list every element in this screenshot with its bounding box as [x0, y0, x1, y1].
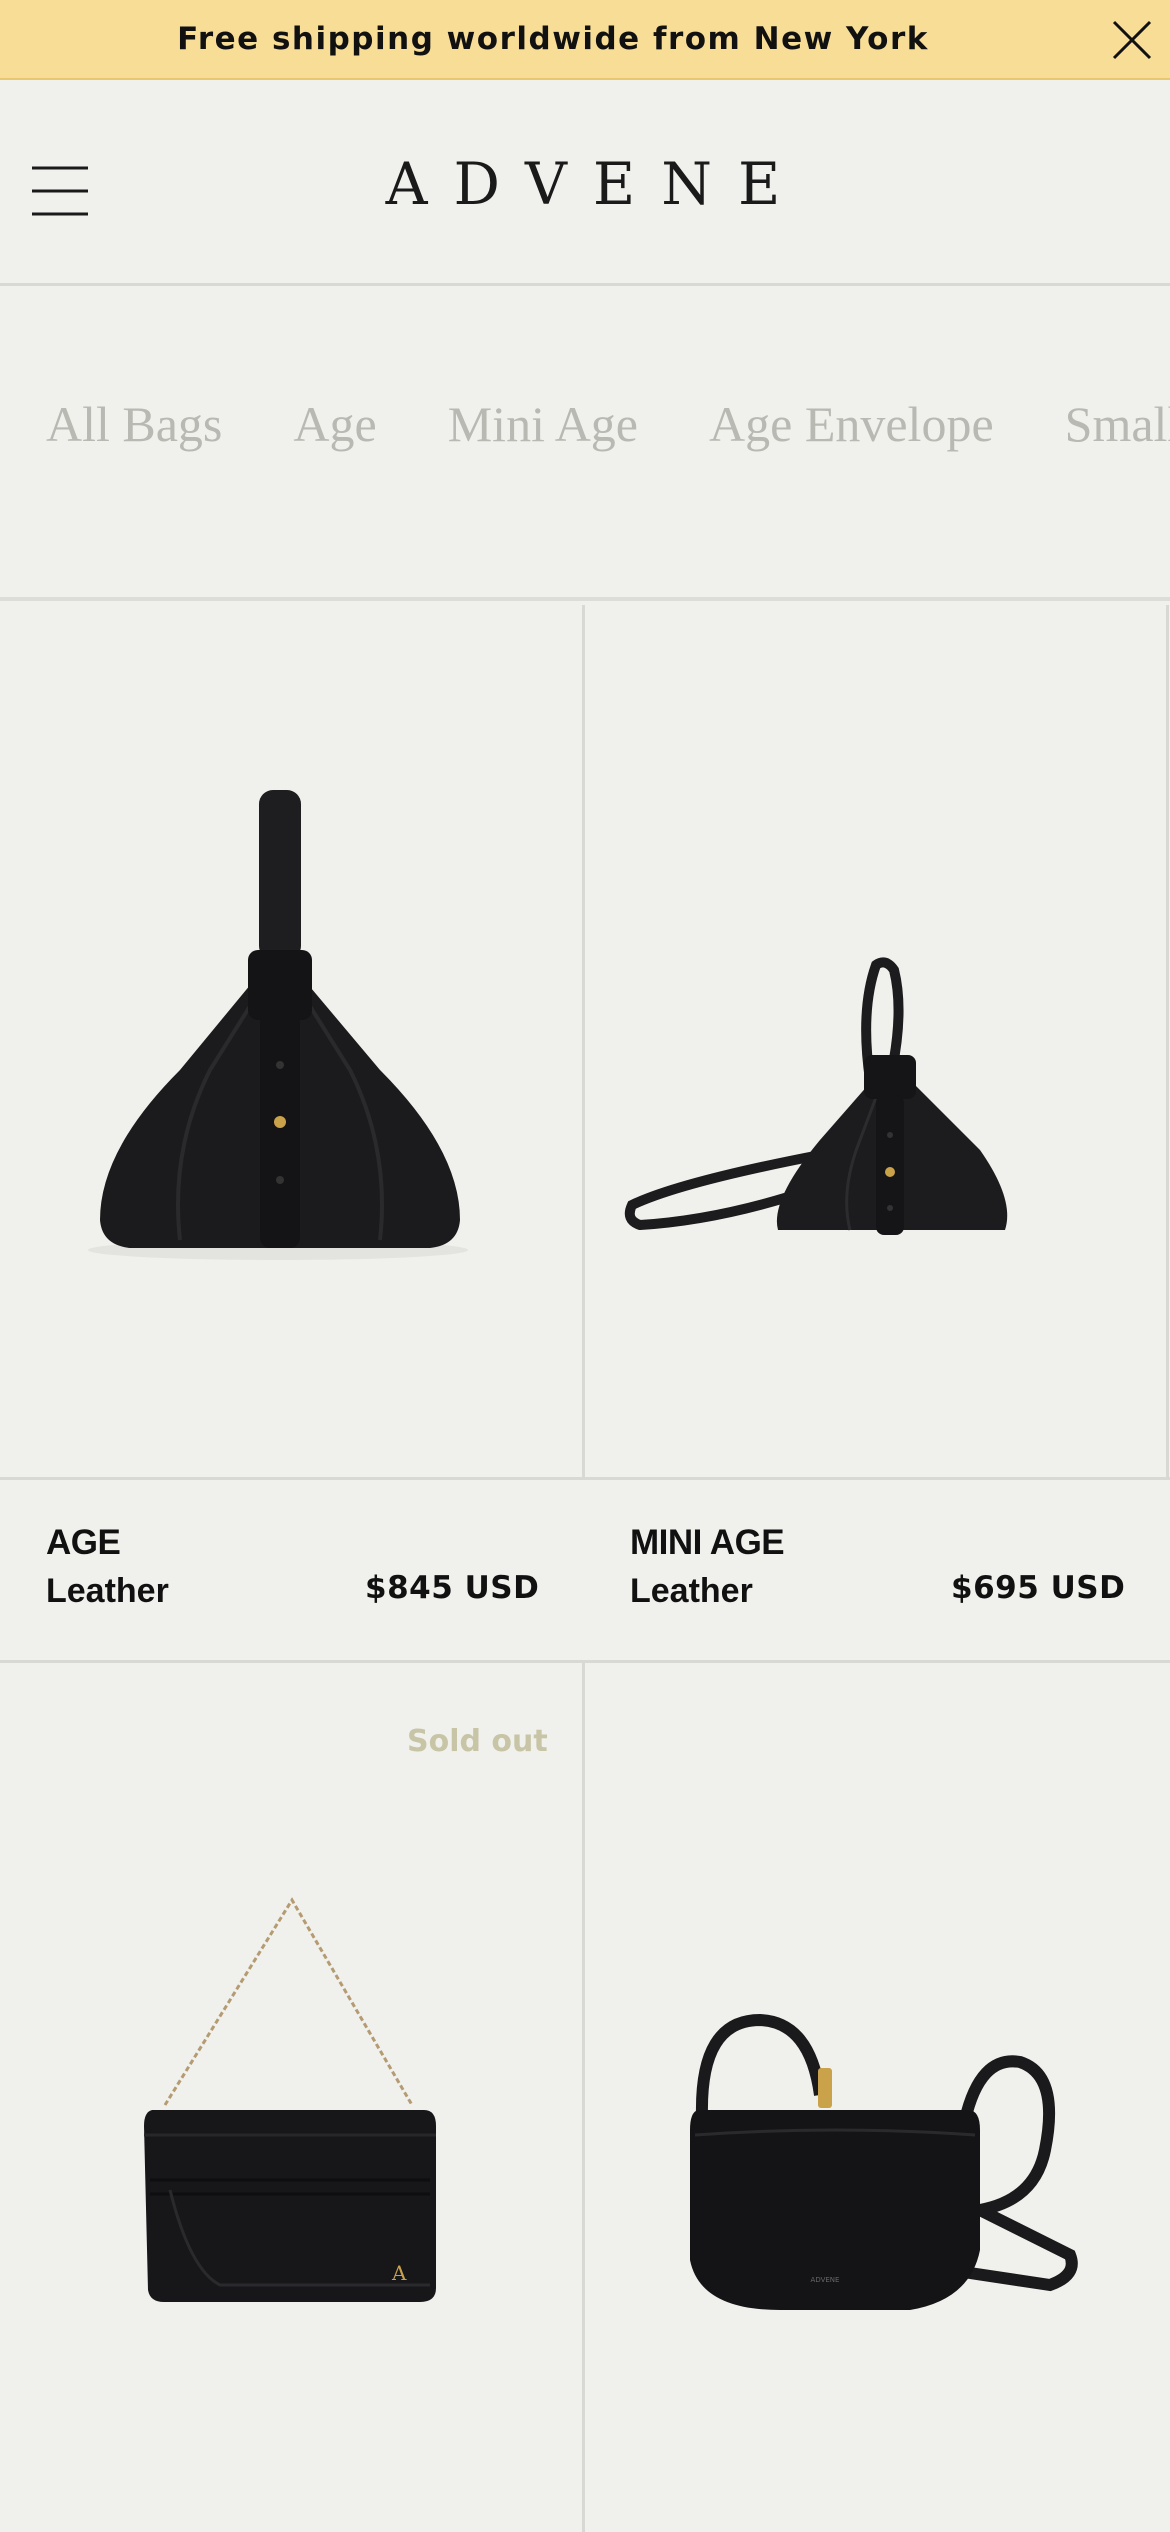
svg-text:ADVENE: ADVENE — [811, 2276, 840, 2284]
product-material: Leather — [630, 1572, 753, 1610]
close-icon[interactable] — [1110, 18, 1154, 62]
grid-divider — [1166, 605, 1169, 1478]
category-nav: All Bags Age Mini Age Age Envelope Small — [0, 289, 1170, 601]
svg-text:A: A — [391, 2261, 407, 2285]
category-age-envelope[interactable]: Age Envelope — [709, 395, 994, 453]
product-image-mini-age-bag[interactable] — [620, 950, 1020, 1260]
announcement-text: Free shipping worldwide from New York — [177, 21, 929, 57]
category-age[interactable]: Age — [293, 395, 376, 453]
brand-logo[interactable]: ADVENE — [0, 82, 1170, 286]
product-price: $695 USD — [951, 1570, 1126, 1606]
grid-divider — [0, 1477, 1170, 1480]
grid-divider — [582, 1663, 585, 2532]
product-material: Leather — [46, 1572, 169, 1610]
product-image-crossbody-bag[interactable]: ADVENE — [650, 2000, 1080, 2330]
category-small[interactable]: Small — [1065, 395, 1170, 453]
grid-divider — [582, 605, 585, 1478]
announcement-bar: Free shipping worldwide from New York — [0, 0, 1170, 80]
product-name[interactable]: MINI AGE — [630, 1523, 785, 1563]
site-header: ADVENE — [0, 82, 1170, 286]
product-price: $845 USD — [365, 1570, 540, 1606]
product-image-chain-clutch[interactable]: A — [130, 1890, 450, 2310]
sold-out-badge: Sold out — [407, 1724, 548, 1759]
category-mini-age[interactable]: Mini Age — [448, 395, 638, 453]
grid-divider — [0, 1660, 1170, 1663]
product-name[interactable]: AGE — [46, 1523, 121, 1563]
category-all-bags[interactable]: All Bags — [46, 395, 222, 453]
product-image-age-bag[interactable] — [60, 770, 520, 1270]
